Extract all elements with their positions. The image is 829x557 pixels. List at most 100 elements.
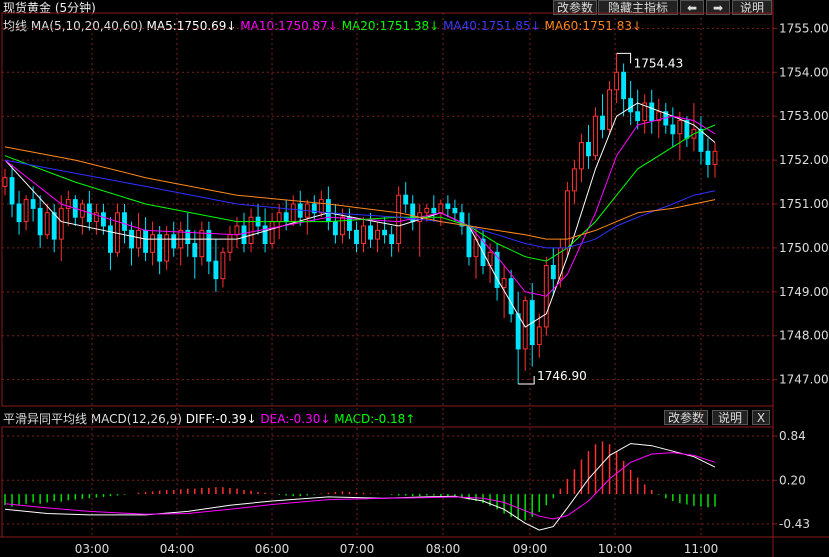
- candle-down: [600, 115, 605, 130]
- candle-down: [670, 124, 676, 135]
- chart-canvas: 03:00 04:00 06:00 07:00 08:00 09:00 10:00 11:00…: [0, 0, 829, 557]
- low-marker-label: 1746.90: [537, 369, 587, 383]
- macd-line-dea: [4, 452, 716, 520]
- candle-up: [234, 225, 240, 236]
- time-tick-label: 06:00: [255, 542, 290, 556]
- candle-down: [241, 225, 247, 245]
- candle-down: [283, 212, 289, 223]
- candle-down: [515, 313, 521, 350]
- candle-up: [150, 234, 156, 253]
- candle-up: [44, 212, 50, 236]
- candle-up: [227, 234, 233, 253]
- candle-down: [550, 264, 556, 280]
- high-marker-label: 1754.43: [634, 56, 684, 70]
- candle-down: [684, 120, 690, 139]
- low-marker-line: [518, 376, 535, 385]
- candle-down: [192, 243, 198, 258]
- candle-up: [2, 177, 8, 187]
- candle-down: [213, 260, 219, 280]
- candle-up: [614, 71, 620, 91]
- candle-down: [206, 229, 212, 262]
- time-tick-label: 03:00: [75, 542, 110, 556]
- candle-down: [368, 225, 373, 240]
- candle-down: [347, 216, 352, 231]
- candle-up: [424, 207, 430, 214]
- candle-down: [332, 221, 338, 236]
- candle-down: [698, 128, 704, 152]
- candle-up: [579, 142, 584, 170]
- candle-down: [16, 203, 22, 223]
- high-marker-line: [616, 52, 632, 64]
- candle-down: [129, 229, 134, 249]
- time-tick-label: 10:00: [598, 542, 633, 556]
- candle-down: [628, 98, 634, 113]
- candle-up: [712, 150, 718, 165]
- macd-pane-border: [1, 426, 774, 538]
- candle-down: [452, 207, 458, 214]
- candle-up: [677, 120, 683, 135]
- price-tick-label: 1751.00: [779, 197, 829, 211]
- candle-down: [466, 225, 472, 258]
- time-tick-label: 09:00: [513, 542, 548, 556]
- ma-line-ma10: [4, 115, 716, 297]
- price-tick-label: 1755.00: [779, 21, 829, 35]
- candle-up: [220, 251, 226, 280]
- candle-down: [143, 229, 149, 253]
- macd-line-diff: [4, 443, 716, 531]
- candle-down: [382, 229, 388, 236]
- candle-down: [122, 212, 127, 231]
- macd-tick-label: -0.43: [779, 517, 810, 531]
- candle-up: [375, 229, 381, 240]
- candle-down: [621, 71, 627, 100]
- candle-up: [269, 221, 275, 245]
- candle-up: [339, 216, 345, 236]
- candle-down: [51, 212, 57, 240]
- candle-down: [508, 278, 514, 315]
- candle-down: [354, 229, 359, 245]
- price-tick-label: 1750.00: [779, 241, 829, 255]
- candle-down: [389, 234, 395, 245]
- macd-tick-label: 0.84: [779, 429, 806, 443]
- price-tick-label: 1753.00: [779, 109, 829, 123]
- candle-down: [100, 212, 106, 227]
- candle-down: [37, 207, 43, 236]
- candle-up: [361, 225, 366, 245]
- price-tick-label: 1752.00: [779, 153, 829, 167]
- candle-down: [171, 234, 177, 249]
- time-tick-label: 04:00: [160, 542, 195, 556]
- price-tick-label: 1749.00: [779, 285, 829, 299]
- candle-up: [571, 168, 577, 192]
- candle-down: [30, 199, 36, 209]
- candle-up: [136, 229, 141, 249]
- candle-up: [276, 212, 282, 223]
- candle-up: [58, 207, 64, 240]
- candle-up: [396, 194, 402, 245]
- candle-up: [536, 326, 542, 346]
- candle-down: [586, 142, 591, 157]
- candle-down: [325, 199, 331, 223]
- price-tick-label: 1754.00: [779, 65, 829, 79]
- price-tick-label: 1748.00: [779, 329, 829, 343]
- macd-tick-label: 0.20: [779, 473, 806, 487]
- candle-up: [23, 199, 29, 223]
- candle-up: [290, 203, 296, 223]
- candle-up: [501, 278, 507, 288]
- candle-down: [9, 177, 15, 205]
- candle-down: [705, 150, 711, 165]
- price-tick-label: 1747.00: [779, 373, 829, 387]
- candle-down: [635, 111, 641, 122]
- candle-up: [607, 89, 612, 130]
- candle-down: [403, 194, 409, 205]
- candle-up: [318, 199, 324, 214]
- candle-down: [445, 203, 451, 209]
- chart-window: 现货黄金 (5分钟) 改参数 隐藏主指标 ⬅ ➡ 说明 均线 MA(5,10,2…: [0, 0, 829, 557]
- time-tick-label: 07:00: [340, 542, 375, 556]
- candle-up: [593, 115, 598, 157]
- time-tick-label: 11:00: [684, 542, 719, 556]
- time-tick-label: 08:00: [426, 542, 461, 556]
- candle-up: [199, 229, 205, 258]
- candle-up: [438, 203, 444, 214]
- candle-down: [108, 225, 113, 253]
- candle-down: [431, 207, 437, 214]
- candle-down: [649, 102, 655, 122]
